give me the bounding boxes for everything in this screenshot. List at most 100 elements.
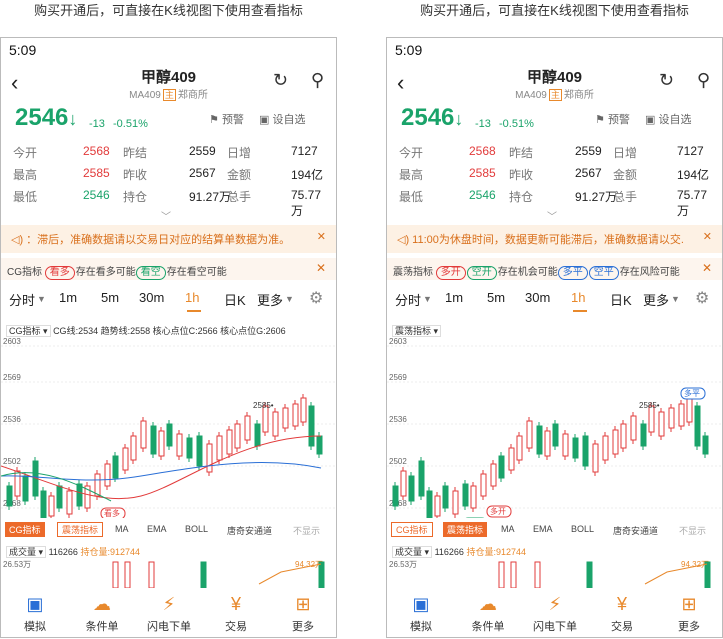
stat-value: 2559 — [575, 144, 602, 158]
indicator-tab-CG指标[interactable]: CG指标 — [391, 522, 433, 537]
candle-body — [544, 430, 551, 457]
tab-30m[interactable]: 30m — [139, 290, 164, 305]
stats-row: 最低 2546 持仓 91.27万 总手 75.77万 — [399, 186, 715, 218]
indicator-legend: 震荡指标 多开 空开 存在机会可能 多平 空平 存在风险可能 ✕ — [387, 258, 722, 280]
alert-button[interactable]: ⚑ 预警 — [209, 111, 244, 127]
stat-label: 金额 — [613, 168, 638, 182]
tab-1h[interactable]: 1h — [571, 290, 585, 305]
indicator-tab-EMA[interactable]: EMA — [533, 524, 553, 534]
candle-body — [292, 403, 299, 427]
stat-label: 昨收 — [123, 168, 148, 182]
indicator-tab-BOLL[interactable]: BOLL — [571, 524, 594, 534]
candle-body — [94, 473, 101, 497]
gear-icon[interactable]: ⚙ — [695, 288, 709, 308]
indicator-tab-EMA[interactable]: EMA — [147, 524, 167, 534]
stat-value: 91.27万 — [189, 190, 232, 204]
chevron-down-icon[interactable]: ﹀ — [161, 208, 171, 223]
candle-body — [498, 455, 505, 479]
tab-分时[interactable]: 分时 — [395, 290, 421, 309]
indicator-tab-唐奇安通道[interactable]: 唐奇安通道 — [613, 524, 658, 537]
indicator-tab-不显示[interactable]: 不显示 — [679, 524, 706, 537]
candle-body — [552, 423, 559, 447]
nav-more[interactable]: ⊞ 更多 — [273, 594, 333, 634]
tab-1h[interactable]: 1h — [185, 290, 199, 305]
nav-simulate[interactable]: ▣ 模拟 — [5, 594, 65, 634]
tab-分时[interactable]: 分时 — [9, 290, 35, 309]
notice-banner: ◁) ：滞后，准确数据请以交易日对应的结算单数据为准。 ✕ — [1, 225, 336, 253]
candle-body — [104, 463, 111, 487]
stat-label: 最高 — [13, 168, 38, 182]
nav-condition[interactable]: ☁ 条件单 — [458, 594, 518, 634]
price-change-pct: -0.51% — [499, 118, 534, 130]
indicator-tab-CG指标[interactable]: CG指标 — [5, 522, 45, 537]
candle-body — [176, 433, 183, 457]
indicator-tab-震荡指标[interactable]: 震荡指标 — [57, 522, 104, 537]
kline-chart[interactable]: 260325692536250224682585•2486•看多 — [1, 336, 337, 518]
signal-desc: 存在风险可能 — [619, 267, 680, 278]
condition-icon: ☁ — [93, 594, 111, 614]
indicator-tab-震荡指标[interactable]: 震荡指标 — [443, 522, 488, 537]
share-icon[interactable]: ↻ — [659, 70, 674, 91]
share-icon[interactable]: ↻ — [273, 70, 288, 91]
indicator-tab-BOLL[interactable]: BOLL — [185, 524, 208, 534]
tab-日K[interactable]: 日K — [224, 290, 246, 309]
tab-5m[interactable]: 5m — [487, 290, 505, 305]
tab-1m[interactable]: 1m — [59, 290, 77, 305]
flash-order-icon: ⚡ — [548, 594, 562, 614]
watchlist-button[interactable]: ▣ 设自选 — [259, 111, 305, 127]
caption-right: 购买开通后，可直接在K线视图下使用查看指标 — [420, 3, 689, 18]
search-icon[interactable]: ⚲ — [697, 70, 710, 91]
chevron-down-icon: ▼ — [671, 294, 680, 304]
price-change: -13 — [475, 118, 491, 130]
candle-body — [620, 423, 627, 449]
volume-bar — [148, 561, 155, 588]
watchlist-button[interactable]: ▣ 设自选 — [645, 111, 691, 127]
nav-simulate[interactable]: ▣ 模拟 — [391, 594, 451, 634]
tab-1m[interactable]: 1m — [445, 290, 463, 305]
tab-30m[interactable]: 30m — [525, 290, 550, 305]
stat-label: 总手 — [613, 190, 638, 204]
chevron-down-icon[interactable]: ﹀ — [547, 208, 557, 223]
tab-更多[interactable]: 更多 — [643, 290, 669, 309]
nav-label: 更多 — [292, 621, 314, 633]
kline-chart[interactable]: 260325692536250224682585•2486•空开多开多平 — [387, 336, 723, 518]
indicator-tab-MA[interactable]: MA — [115, 524, 129, 534]
high-price-label: 2585• — [639, 401, 660, 410]
nav-condition[interactable]: ☁ 条件单 — [72, 594, 132, 634]
close-icon[interactable]: ✕ — [703, 230, 712, 243]
volume-bar — [318, 561, 325, 588]
more-icon: ⊞ — [295, 594, 311, 614]
indicator-tab-唐奇安通道[interactable]: 唐奇安通道 — [227, 524, 272, 537]
nav-more[interactable]: ⊞ 更多 — [659, 594, 719, 634]
candle-body — [158, 430, 165, 457]
candle-body — [166, 423, 173, 447]
stat-label: 日增 — [613, 146, 638, 160]
indicator-tabs: CG指标 震荡指标 MA EMA BOLL 唐奇安通道 不显示 — [387, 521, 722, 539]
tab-5m[interactable]: 5m — [101, 290, 119, 305]
close-icon[interactable]: ✕ — [317, 230, 326, 243]
indicator-tab-不显示[interactable]: 不显示 — [293, 524, 320, 537]
status-time: 5:09 — [395, 42, 423, 58]
indicator-tab-MA[interactable]: MA — [501, 524, 515, 534]
volume-chart: 26.53万 94.32万 — [3, 560, 325, 588]
alert-button[interactable]: ⚑ 预警 — [595, 111, 630, 127]
tab-日K[interactable]: 日K — [610, 290, 632, 309]
nav-flash-order[interactable]: ⚡ 闪电下单 — [525, 594, 585, 634]
trade-icon: ¥ — [230, 594, 241, 614]
candle-body — [282, 407, 289, 429]
close-icon[interactable]: ✕ — [316, 261, 326, 275]
tab-更多[interactable]: 更多 — [257, 290, 283, 309]
nav-flash-order[interactable]: ⚡ 闪电下单 — [139, 594, 199, 634]
volume-label: 成交量 ▾ 116266 持仓量:912744 — [6, 545, 140, 558]
y-tick-label: 2603 — [389, 337, 407, 346]
signal-pill: 多开 — [435, 266, 466, 280]
volume-max-label: 26.53万 — [3, 560, 31, 569]
nav-trade[interactable]: ¥ 交易 — [592, 594, 652, 634]
close-icon[interactable]: ✕ — [702, 261, 712, 275]
gear-icon[interactable]: ⚙ — [309, 288, 323, 308]
stat-label: 昨结 — [123, 146, 148, 160]
nav-trade[interactable]: ¥ 交易 — [206, 594, 266, 634]
search-icon[interactable]: ⚲ — [311, 70, 324, 91]
stat-label: 今开 — [399, 146, 424, 160]
y-tick-label: 2603 — [3, 337, 21, 346]
